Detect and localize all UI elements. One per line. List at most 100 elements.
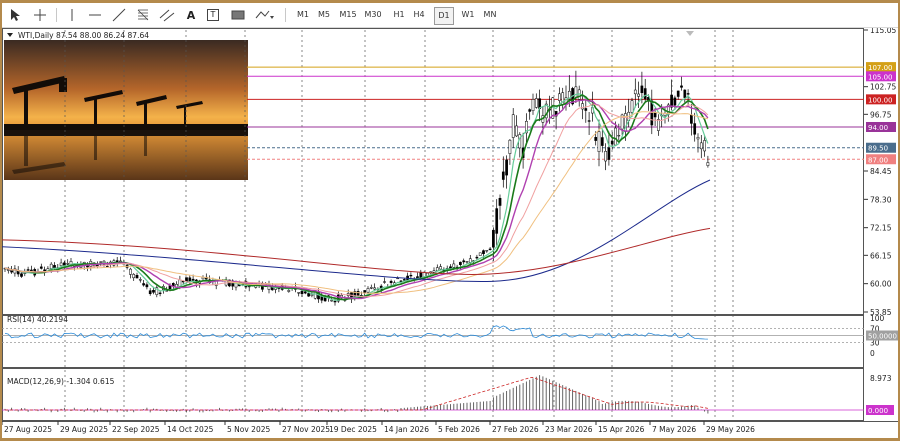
candle-body [20,273,23,277]
price-axis-label: 72.15 [870,224,892,233]
candle-body [498,197,502,206]
candle-body [614,127,617,146]
candle-body [511,114,515,138]
shapes-dropdown-icon[interactable] [254,6,276,24]
candle-body [515,125,518,137]
candle-body [505,159,508,176]
candle-body [459,261,462,266]
timeframe-h1[interactable]: H1 [390,7,408,23]
candle-body [307,293,310,297]
candle-body [333,300,337,303]
date-axis-label: 19 Dec 2025 [329,425,377,434]
timeframe-mn[interactable]: MN [481,7,499,23]
horizontal-line-icon[interactable] [88,6,102,24]
candle-body [699,142,703,150]
text-tool-icon[interactable]: A [184,6,198,24]
candle-body [501,171,505,180]
candle-body [132,274,136,279]
candle-body [630,100,634,113]
timeframe-m1[interactable]: M1 [294,7,312,23]
cursor-icon[interactable] [8,6,22,24]
date-axis-label: 29 May 2026 [706,425,755,434]
date-axis-label: 22 Sep 2025 [112,425,160,434]
date-axis-label: 14 Jan 2026 [384,425,429,434]
timeframe-m15[interactable]: M15 [337,7,359,23]
timeframe-m30[interactable]: M30 [362,7,384,23]
candle-body [356,291,360,297]
candle-body [690,114,693,124]
candle-body [49,263,53,269]
date-axis-label: 29 Aug 2025 [60,425,108,434]
date-axis-label: 27 Feb 2026 [492,425,539,434]
candle-body [465,261,469,263]
chart-canvas: 115.05 102.75 96.75 84.45 78.30 72.15 66.15 60.… [2,28,898,434]
date-axis-label: 5 Nov 2025 [227,425,270,434]
trendline-icon[interactable] [112,6,126,24]
rsi-pane-border [2,315,864,368]
equidistant-channel-icon[interactable] [159,6,175,24]
candle-body [119,260,122,263]
candle-body [508,139,512,154]
candle-body [39,266,43,269]
candle-body [558,93,561,101]
toolbar-separator [285,8,286,22]
date-axis-label: 7 May 2026 [652,425,696,434]
candle-body [86,265,89,268]
candle-body [148,290,152,295]
price-axis-label: 84.45 [870,167,892,176]
date-axis-label: 27 Nov 2025 [282,425,330,434]
candle-body [185,277,188,282]
candle-body [310,294,314,296]
candle-body [432,270,436,273]
candle-body [643,88,647,100]
candle-body [640,85,644,93]
candle-body [188,277,192,282]
candle-body [637,93,640,97]
date-axis-label: 23 Mar 2026 [545,425,593,434]
date-axis-label: 15 Apr 2026 [598,425,645,434]
level-tag-label: 87.00 [868,156,888,164]
candle-body [683,89,687,98]
crosshair-icon[interactable] [32,6,48,24]
candle-body [409,274,413,277]
candle-body [287,290,291,292]
chart-area[interactable]: 115.05 102.75 96.75 84.45 78.30 72.15 66.15 60.… [2,28,898,438]
candle-body [439,266,442,270]
candle-body [468,258,472,263]
candle-body [363,290,367,293]
candle-body [581,103,584,110]
candle-body [673,97,677,106]
candle-body [129,268,132,275]
rsi-label: RSI(14) 40.2194 [7,315,68,324]
macd-label: MACD(12,26,9) -1.304 0.615 [7,377,115,386]
timeframe-w1[interactable]: W1 [459,7,477,23]
candle-body [478,252,482,256]
candle-body [528,109,532,112]
timeframe-m5[interactable]: M5 [315,7,333,23]
level-tag-label: 105.00 [868,73,893,81]
rsi-value-label: 50.0000 [868,333,897,341]
price-axis-label: 102.75 [870,83,896,92]
level-tag-label: 107.00 [868,64,893,72]
candle-body [373,287,376,290]
price-axis-label: 66.15 [870,251,892,260]
candle-body [492,229,495,248]
candle-body [482,250,485,255]
candle-body [680,85,683,88]
candle-body [462,260,466,263]
timeframe-h4[interactable]: H4 [410,7,428,23]
rectangle-icon[interactable] [230,6,246,24]
vertical-line-icon[interactable] [66,6,78,24]
fibonacci-icon[interactable] [136,6,150,24]
rsi-axis-label: 100 [870,314,885,323]
chart-window-frame: A T M1 M5 M15 M30 H1 H4 D1 W1 MN 115.05 … [0,0,900,441]
candle-body [26,269,30,271]
candle-body [435,267,439,271]
level-tag-label: 94.00 [868,124,888,132]
toolbar: A T M1 M5 M15 M30 H1 H4 D1 W1 MN [2,3,898,28]
candle-body [610,140,614,145]
timeframe-d1[interactable]: D1 [434,7,454,25]
price-axis-label: 96.75 [870,110,892,119]
text-label-icon[interactable]: T [206,6,220,24]
candle-body [657,119,660,131]
